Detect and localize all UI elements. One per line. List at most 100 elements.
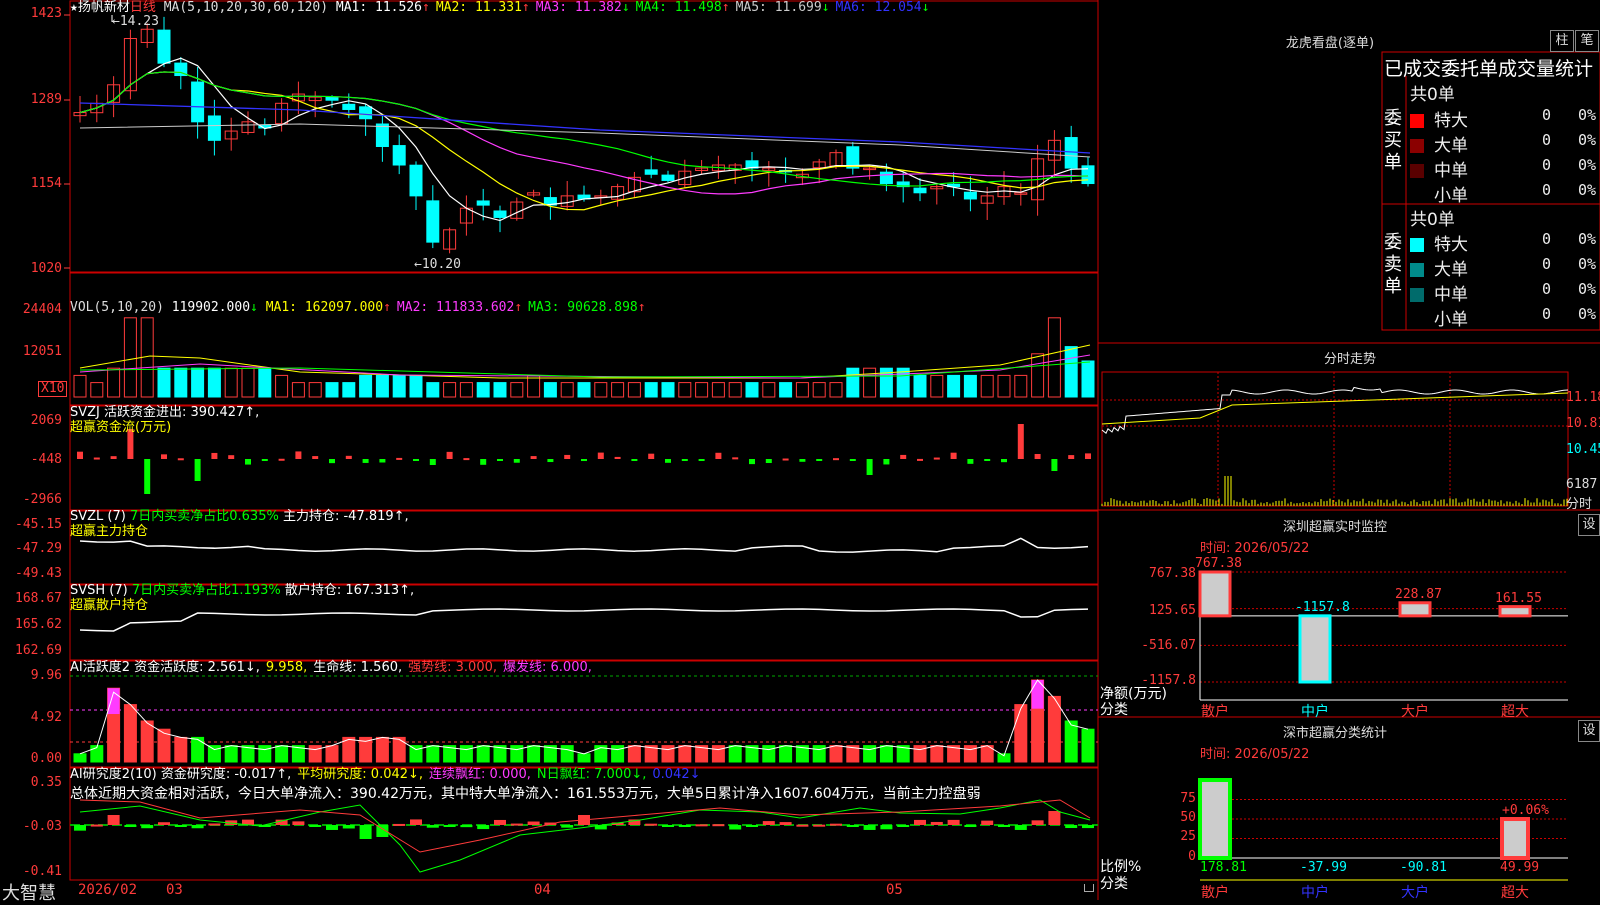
volume-stats-subtitle: 已成交委托单成交量统计	[1384, 58, 1594, 80]
research-bar	[746, 825, 758, 827]
monitor-value-label: 228.87	[1395, 586, 1442, 602]
volume-bar	[695, 382, 709, 398]
activity-bar	[140, 720, 154, 763]
volume-bar	[711, 382, 725, 398]
order-pct: 0%	[1578, 106, 1597, 124]
research-bar	[191, 825, 204, 829]
chart-canvas[interactable]	[0, 0, 1600, 900]
fund-flow-bar	[429, 459, 436, 465]
brand-logo[interactable]: 大智慧	[2, 879, 56, 905]
indicator-value: MA3: 11.382↓	[535, 0, 630, 15]
research-bar	[158, 822, 170, 825]
fund-flow-bar	[261, 459, 268, 461]
order-size-label: 小单	[1434, 310, 1468, 330]
research-bar	[998, 825, 1010, 827]
stock-name[interactable]: 扬帆新材	[78, 0, 130, 15]
order-size-label: 大单	[1434, 136, 1468, 156]
svzl-prefix: SVZL (7)	[70, 509, 126, 524]
order-size-label: 小单	[1434, 186, 1468, 206]
sz-monitor-settings-button[interactable]: 设	[1578, 514, 1600, 536]
volume-bar	[308, 382, 322, 398]
activity-bar	[812, 745, 826, 763]
fund-flow-bar	[345, 455, 352, 459]
high-label: ←14.23	[112, 14, 159, 29]
candle-body	[476, 200, 490, 206]
research-bar	[813, 824, 826, 827]
fund-flow-bar	[984, 459, 991, 461]
activity-bar	[73, 753, 87, 763]
activity-bar	[779, 745, 793, 763]
color-swatch	[1410, 139, 1424, 153]
fund-flow-bar	[295, 451, 302, 459]
lock-icon[interactable]	[1084, 884, 1094, 892]
order-stat-row: 大单	[1410, 255, 1468, 280]
ma-values: MA1: 11.526↑ MA2: 11.331↑ MA3: 11.382↓ MA4:…	[336, 0, 936, 15]
ai-active-ytick: 0.00	[30, 751, 62, 766]
order-count: 0	[1542, 255, 1552, 273]
fund-flow-bar	[933, 457, 940, 460]
intraday-avg-line	[1101, 392, 1569, 425]
period-label[interactable]: 日线	[130, 0, 156, 15]
vol-unit-badge: X10	[38, 381, 68, 397]
fund-flow-bar	[1034, 454, 1041, 459]
activity-bar	[1081, 728, 1095, 763]
volume-bar	[930, 374, 944, 398]
indicator-value: MA6: 12.054↓	[835, 0, 930, 15]
research-bar	[342, 825, 355, 829]
tab-bar-view[interactable]: 柱	[1550, 30, 1574, 52]
fund-flow-bar	[631, 459, 638, 461]
monitor-value-label: 161.55	[1495, 590, 1542, 606]
indicator-value: 生命线: 1.560,	[313, 660, 403, 675]
classify-value-label: -90.81	[1400, 860, 1447, 875]
order-size-label: 大单	[1434, 260, 1468, 280]
research-bar	[1065, 825, 1078, 829]
volume-bar	[846, 367, 860, 398]
research-bar	[460, 825, 473, 828]
svzl-header: SVZL (7) 7日内买卖净占比0.635% 主力持仓: -47.819↑,	[70, 509, 409, 525]
indicator-value: MA5: 11.699↓	[735, 0, 830, 15]
sz-monitor-axis-label2: 分类	[1100, 702, 1128, 718]
volume-bar	[476, 382, 490, 398]
candle-body	[1064, 137, 1078, 169]
research-bar	[678, 825, 691, 827]
monitor-value-label: -1157.8	[1295, 599, 1350, 615]
svzj-ytick: -2966	[22, 492, 62, 507]
order-size-label: 特大	[1434, 235, 1468, 255]
fund-flow-bar	[480, 459, 487, 465]
trend-arrow: ↓	[621, 0, 630, 15]
classify-category-label: 散户	[1201, 885, 1229, 901]
volume-bar	[258, 367, 272, 398]
activity-bar	[913, 745, 927, 763]
main-position-line	[79, 537, 1089, 553]
fund-flow-bar	[917, 458, 923, 461]
fund-flow-bar	[749, 459, 755, 465]
volume-bar	[611, 382, 625, 398]
fund-flow-bar	[849, 459, 856, 461]
svzj-subtitle: 超赢资金流(万元)	[70, 420, 172, 435]
panel-frame	[69, 660, 1099, 768]
research-bar	[846, 825, 859, 827]
activity-line	[79, 679, 1089, 757]
activity-bar	[308, 745, 322, 763]
sz-classify-settings-button[interactable]: 设	[1578, 720, 1600, 742]
classify-value-label: 178.81	[1200, 860, 1247, 875]
tab-tick-view[interactable]: 笔	[1575, 30, 1599, 52]
activity-bar	[510, 745, 524, 763]
vol-ma-values: MA1: 162097.000↑ MA2: 111833.602↑ MA3: 906…	[266, 300, 652, 315]
indicator-value: 平均研究度: 0.042↓,	[297, 767, 424, 782]
vol-prefix: VOL(5,10,20)	[70, 300, 164, 315]
fund-flow-bar	[833, 458, 839, 461]
vol-ytick: 12051	[22, 344, 62, 359]
candle-body	[661, 174, 675, 181]
order-stat-row: 中单	[1410, 156, 1468, 181]
research-bar	[930, 821, 943, 825]
fund-flow-bar	[513, 459, 520, 463]
sz-monitor-ytick: -516.07	[1141, 638, 1196, 653]
fund-flow-bar	[329, 459, 335, 464]
volume-bar	[157, 367, 171, 398]
volume-bar	[426, 382, 440, 398]
monitor-bar	[1198, 570, 1232, 618]
activity-bar	[224, 745, 238, 763]
activity-bar	[123, 704, 137, 763]
volume-bar	[594, 382, 608, 398]
